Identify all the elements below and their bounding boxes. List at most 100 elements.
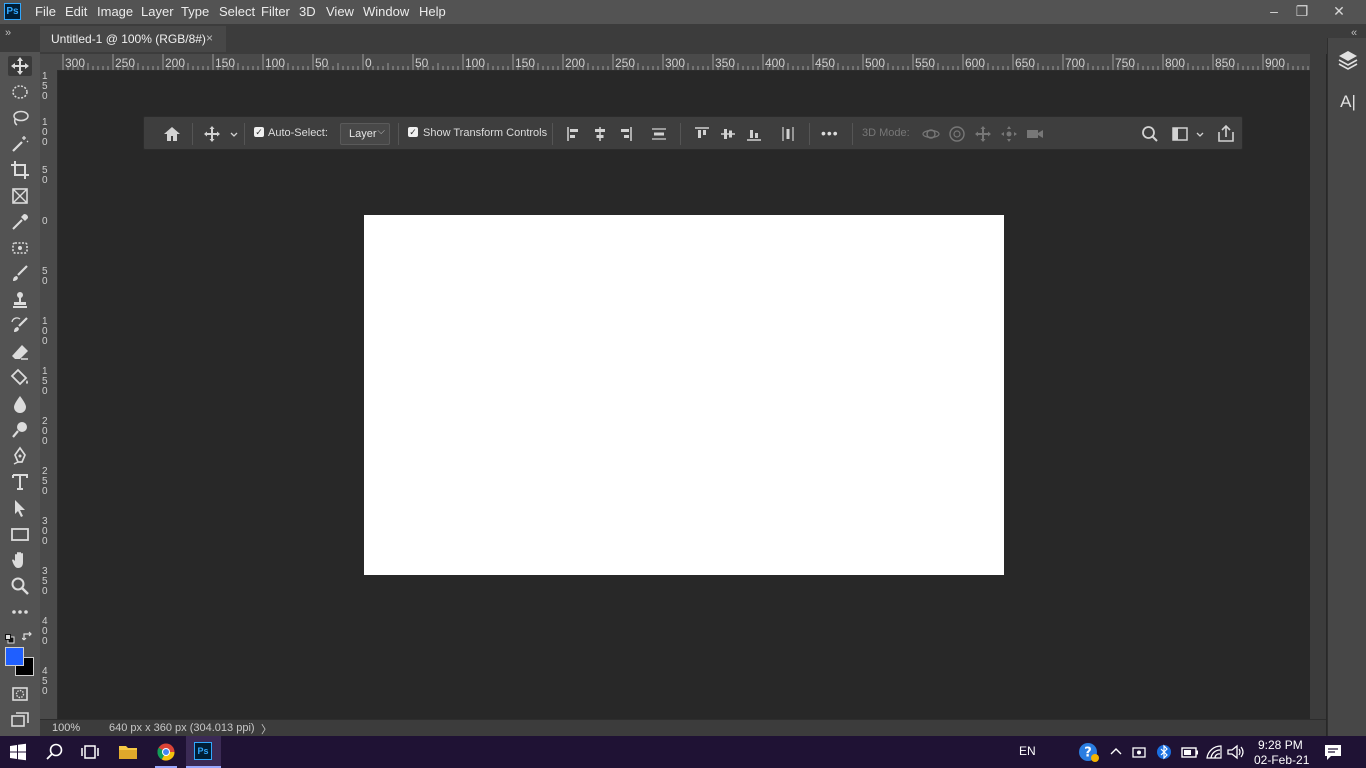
menu-file[interactable]: File (35, 4, 56, 19)
search-icon[interactable] (1140, 124, 1160, 144)
menu-filter[interactable]: Filter (261, 4, 290, 19)
quick-mask-icon[interactable] (8, 684, 32, 704)
zoom-icon[interactable] (8, 576, 32, 596)
move-tool-preset-icon[interactable] (202, 124, 222, 144)
ruler-label: 100 (265, 56, 286, 70)
menu-layer[interactable]: Layer (141, 4, 174, 19)
eyedropper-icon[interactable] (8, 212, 32, 232)
dodge-icon[interactable] (8, 420, 32, 440)
align-horizontal-centers-icon[interactable] (590, 124, 610, 144)
ruler-label: 0 (365, 56, 372, 70)
menu-3d[interactable]: 3D (299, 4, 316, 19)
align-top-edges-icon[interactable] (692, 124, 712, 144)
menu-edit[interactable]: Edit (65, 4, 87, 19)
auto-select-label: Auto-Select: (268, 127, 328, 139)
menu-window[interactable]: Window (363, 4, 409, 19)
chevron-up-icon[interactable] (1108, 742, 1124, 762)
3d-slide-icon (999, 124, 1019, 144)
rectangle-icon[interactable] (8, 524, 32, 544)
share-icon[interactable] (1216, 124, 1236, 144)
status-menu-arrow-icon[interactable]: 〉 (261, 721, 272, 737)
crop-icon[interactable] (8, 160, 32, 180)
align-left-edges-icon[interactable] (564, 124, 584, 144)
restore-button[interactable]: ❐ (1286, 0, 1318, 22)
menu-bar: Ps File Edit Image Layer Type Select Fil… (0, 0, 1366, 24)
ruler-label: 800 (1165, 56, 1186, 70)
ruler-label: 2 5 0 (42, 466, 48, 497)
align-bottom-edges-icon[interactable] (744, 124, 764, 144)
brush-icon[interactable] (8, 264, 32, 284)
menu-view[interactable]: View (326, 4, 354, 19)
default-colors-icon[interactable] (5, 631, 15, 644)
distribute-vertically-icon[interactable] (649, 124, 669, 144)
ruler-label: 250 (115, 56, 136, 70)
action-center-icon[interactable] (1323, 742, 1343, 762)
align-vertical-centers-icon[interactable] (718, 124, 738, 144)
workspace-icon[interactable] (1170, 124, 1190, 144)
menu-help[interactable]: Help (419, 4, 446, 19)
history-brush-icon[interactable] (8, 316, 32, 336)
pen-icon[interactable] (8, 446, 32, 466)
more-options-icon[interactable]: ••• (821, 125, 839, 141)
ruler-label: 1 0 0 (42, 316, 48, 347)
elliptical-marquee-icon[interactable] (8, 82, 32, 102)
layers-icon[interactable] (1336, 48, 1360, 72)
blur-icon[interactable] (8, 394, 32, 414)
auto-select-target-dropdown[interactable]: Layer ⌵ (340, 123, 390, 145)
horizontal-ruler: 300 250 200 150 100 50 0 50 100 150 200 … (40, 54, 1310, 71)
document-canvas[interactable] (364, 215, 1004, 575)
volume-icon[interactable] (1226, 742, 1246, 762)
type-icon[interactable] (8, 472, 32, 492)
file-explorer-icon[interactable] (118, 742, 138, 762)
meet-now-icon[interactable] (1131, 742, 1147, 762)
chevron-down-icon[interactable] (1194, 124, 1206, 144)
task-view-icon[interactable] (80, 742, 100, 762)
document-tab[interactable]: Untitled-1 @ 100% (RGB/8#) × (40, 26, 226, 52)
language-indicator[interactable]: EN (1019, 744, 1036, 758)
clock-time[interactable]: 9:28 PM (1258, 738, 1303, 752)
photoshop-taskbar-button[interactable]: Ps (186, 736, 221, 766)
clock-date[interactable]: 02-Feb-21 (1254, 753, 1309, 767)
eraser-icon[interactable] (8, 342, 32, 362)
more-tools-icon[interactable] (8, 602, 32, 622)
ruler-label: 3 5 0 (42, 566, 48, 597)
character-icon[interactable]: A| (1336, 90, 1360, 114)
align-right-edges-icon[interactable] (615, 124, 635, 144)
menu-select[interactable]: Select (219, 4, 255, 19)
patch-icon[interactable] (8, 238, 32, 258)
foreground-color-swatch[interactable] (5, 647, 24, 666)
ruler-label: 700 (1065, 56, 1086, 70)
hand-icon[interactable] (8, 550, 32, 570)
chevron-down-icon: ⌵ (377, 126, 385, 137)
menu-type[interactable]: Type (181, 4, 209, 19)
ruler-label: 200 (165, 56, 186, 70)
auto-select-checkbox[interactable]: ✓ (254, 127, 264, 137)
wifi-icon[interactable] (1204, 742, 1224, 762)
search-icon[interactable] (45, 742, 65, 762)
document-tab-close-icon[interactable]: × (206, 31, 213, 45)
ruler-label: 650 (1015, 56, 1036, 70)
battery-icon[interactable] (1180, 742, 1200, 762)
swap-colors-icon[interactable] (21, 630, 34, 642)
frame-icon[interactable] (8, 186, 32, 206)
collapse-toolbar-icon[interactable]: » (5, 27, 11, 39)
distribute-horizontally-icon[interactable] (778, 124, 798, 144)
paint-bucket-icon[interactable] (8, 368, 32, 388)
home-icon[interactable] (162, 124, 182, 144)
show-transform-checkbox[interactable]: ✓ (408, 127, 418, 137)
bluetooth-icon[interactable] (1156, 742, 1172, 762)
magic-wand-icon[interactable] (8, 134, 32, 154)
zoom-level[interactable]: 100% (52, 722, 80, 734)
lasso-icon[interactable] (8, 108, 32, 128)
windows-start-icon[interactable] (8, 742, 28, 762)
menu-image[interactable]: Image (97, 4, 133, 19)
screen-mode-icon[interactable] (8, 710, 32, 730)
close-window-button[interactable]: ✕ (1323, 0, 1355, 22)
path-selection-icon[interactable] (8, 498, 32, 518)
clone-stamp-icon[interactable] (8, 290, 32, 310)
chevron-down-icon[interactable] (228, 124, 240, 144)
ruler-label: 400 (765, 56, 786, 70)
help-tray-icon[interactable]: ? (1078, 741, 1100, 763)
move-tool-icon[interactable] (8, 56, 32, 76)
chrome-icon[interactable] (156, 742, 176, 762)
